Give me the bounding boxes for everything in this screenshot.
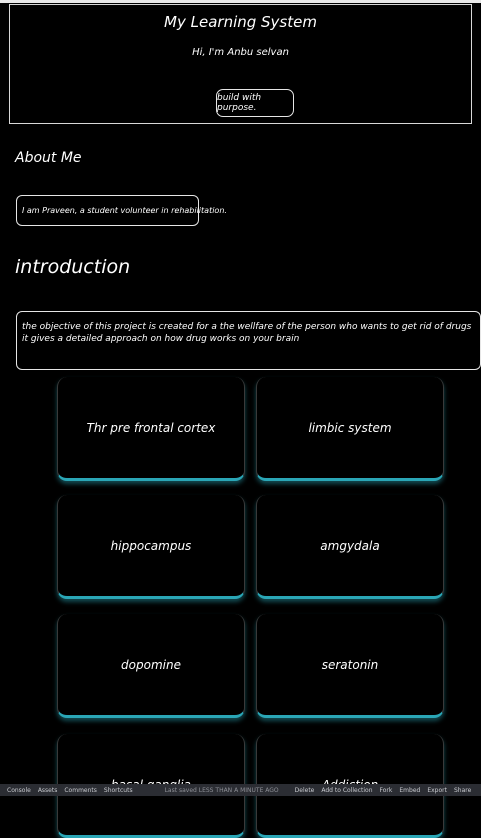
card-hippocampus[interactable]: hippocampus bbox=[57, 495, 245, 599]
editor-toolbar: Console Assets Comments Shortcuts Last s… bbox=[0, 784, 481, 796]
console-tab[interactable]: Console bbox=[7, 787, 31, 794]
assets-tab[interactable]: Assets bbox=[38, 787, 58, 794]
card-prefrontal-cortex[interactable]: Thr pre frontal cortex bbox=[57, 377, 245, 481]
site-title: My Learning System bbox=[164, 13, 317, 31]
card-limbic-system[interactable]: limbic system bbox=[256, 377, 444, 481]
card-serotonin[interactable]: seratonin bbox=[256, 614, 444, 718]
export-button[interactable]: Export bbox=[427, 787, 447, 794]
card-dopamine[interactable]: dopomine bbox=[57, 614, 245, 718]
shortcuts-tab[interactable]: Shortcuts bbox=[104, 787, 133, 794]
about-heading: About Me bbox=[15, 150, 82, 166]
comments-tab[interactable]: Comments bbox=[64, 787, 97, 794]
embed-button[interactable]: Embed bbox=[399, 787, 420, 794]
tagline-box: build with purpose. bbox=[216, 89, 294, 117]
share-button[interactable]: Share bbox=[454, 787, 471, 794]
site-header: My Learning System Hi, I'm Anbu selvan b… bbox=[9, 4, 472, 124]
introduction-text-box: the objective of this project is created… bbox=[16, 311, 481, 370]
introduction-heading: introduction bbox=[15, 256, 131, 278]
about-text-box: I am Praveen, a student volunteer in reh… bbox=[16, 195, 227, 226]
card-amygdala[interactable]: amgydala bbox=[256, 495, 444, 599]
greeting-text: Hi, I'm Anbu selvan bbox=[192, 47, 289, 58]
top-border bbox=[0, 0, 481, 3]
add-to-collection-button[interactable]: Add to Collection bbox=[321, 787, 372, 794]
delete-button[interactable]: Delete bbox=[295, 787, 315, 794]
fork-button[interactable]: Fork bbox=[380, 787, 393, 794]
save-status: Last saved LESS THAN A MINUTE AGO bbox=[164, 786, 279, 794]
